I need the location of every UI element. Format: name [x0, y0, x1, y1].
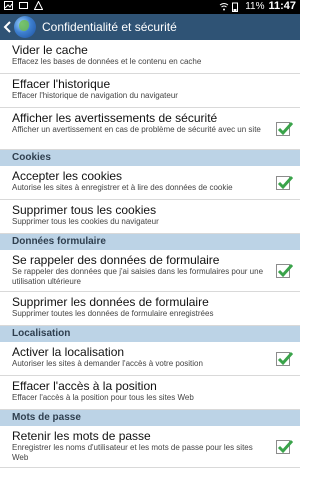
setting-title: Afficher les avertissements de sécurité [12, 111, 218, 125]
setting-clear-location-access[interactable]: Effacer l'accès à la position Effacer l'… [0, 376, 300, 410]
setting-accept-cookies[interactable]: Accepter les cookies Autorise les sites … [0, 166, 300, 200]
enable-location-checkbox[interactable] [276, 351, 293, 366]
security-warnings-checkbox[interactable] [276, 121, 293, 136]
accept-cookies-checkbox[interactable] [276, 175, 293, 190]
wifi-icon [219, 2, 229, 11]
settings-list: Vider le cache Effacez les bases de donn… [0, 40, 300, 480]
setting-title: Retenir les mots de passe [12, 429, 151, 443]
chevron-left-icon[interactable] [2, 14, 12, 40]
setting-subtitle: Effacer l'historique de navigation du na… [12, 91, 178, 100]
setting-subtitle: Effacer l'accès à la position pour tous … [12, 393, 194, 402]
section-header-form-data: Données formulaire [0, 234, 300, 250]
section-header-cookies: Cookies [0, 150, 300, 166]
setting-subtitle: Supprimer toutes les données de formulai… [12, 309, 214, 318]
setting-delete-cookies[interactable]: Supprimer tous les cookies Supprimer tou… [0, 200, 300, 234]
setting-enable-location[interactable]: Activer la localisation Autoriser les si… [0, 342, 300, 376]
setting-title: Effacer l'accès à la position [12, 379, 157, 393]
setting-delete-form-data[interactable]: Supprimer les données de formulaire Supp… [0, 292, 300, 326]
setting-subtitle: Afficher un avertissement en cas de prob… [12, 125, 261, 134]
battery-icon [232, 2, 241, 12]
setting-remember-passwords[interactable]: Retenir les mots de passe Enregistrer le… [0, 426, 300, 468]
setting-title: Accepter les cookies [12, 169, 123, 183]
setting-subtitle: Enregistrer les noms d'utilisateur et le… [12, 443, 253, 462]
setting-security-warnings[interactable]: Afficher les avertissements de sécurité … [0, 108, 300, 150]
clock: 11:47 [268, 0, 296, 12]
battery-percent: 11% [245, 0, 265, 12]
remember-form-data-checkbox[interactable] [276, 263, 293, 278]
status-bar: 11% 11:47 [0, 0, 300, 14]
globe-icon[interactable] [14, 16, 36, 38]
setting-title: Effacer l'historique [12, 77, 111, 91]
notification-image-icon [4, 1, 13, 10]
setting-subtitle: Autoriser les sites à demander l'accès à… [12, 359, 203, 368]
setting-title: Supprimer les données de formulaire [12, 295, 209, 309]
setting-title: Activer la localisation [12, 345, 125, 359]
remember-passwords-checkbox[interactable] [276, 439, 293, 454]
app-bar: Confidentialité et sécurité [0, 14, 300, 40]
setting-title: Vider le cache [12, 43, 88, 57]
page-title: Confidentialité et sécurité [42, 20, 177, 34]
setting-subtitle: Supprimer tous les cookies du navigateur [12, 217, 159, 226]
setting-title: Se rappeler des données de formulaire [12, 253, 220, 267]
setting-subtitle: Se rappeler des données que j'ai saisies… [12, 267, 264, 286]
setting-subtitle: Autorise les sites à enregistrer et à li… [12, 183, 233, 192]
setting-title: Supprimer tous les cookies [12, 203, 157, 217]
section-header-location: Localisation [0, 326, 300, 342]
setting-remember-form-data[interactable]: Se rappeler des données de formulaire Se… [0, 250, 300, 292]
setting-clear-cache[interactable]: Vider le cache Effacez les bases de donn… [0, 40, 300, 74]
notification-warning-icon [33, 0, 44, 10]
setting-clear-history[interactable]: Effacer l'historique Effacer l'historiqu… [0, 74, 300, 108]
section-header-passwords: Mots de passe [0, 410, 300, 426]
notification-message-icon [19, 1, 28, 10]
setting-subtitle: Effacez les bases de données et le conte… [12, 57, 202, 66]
